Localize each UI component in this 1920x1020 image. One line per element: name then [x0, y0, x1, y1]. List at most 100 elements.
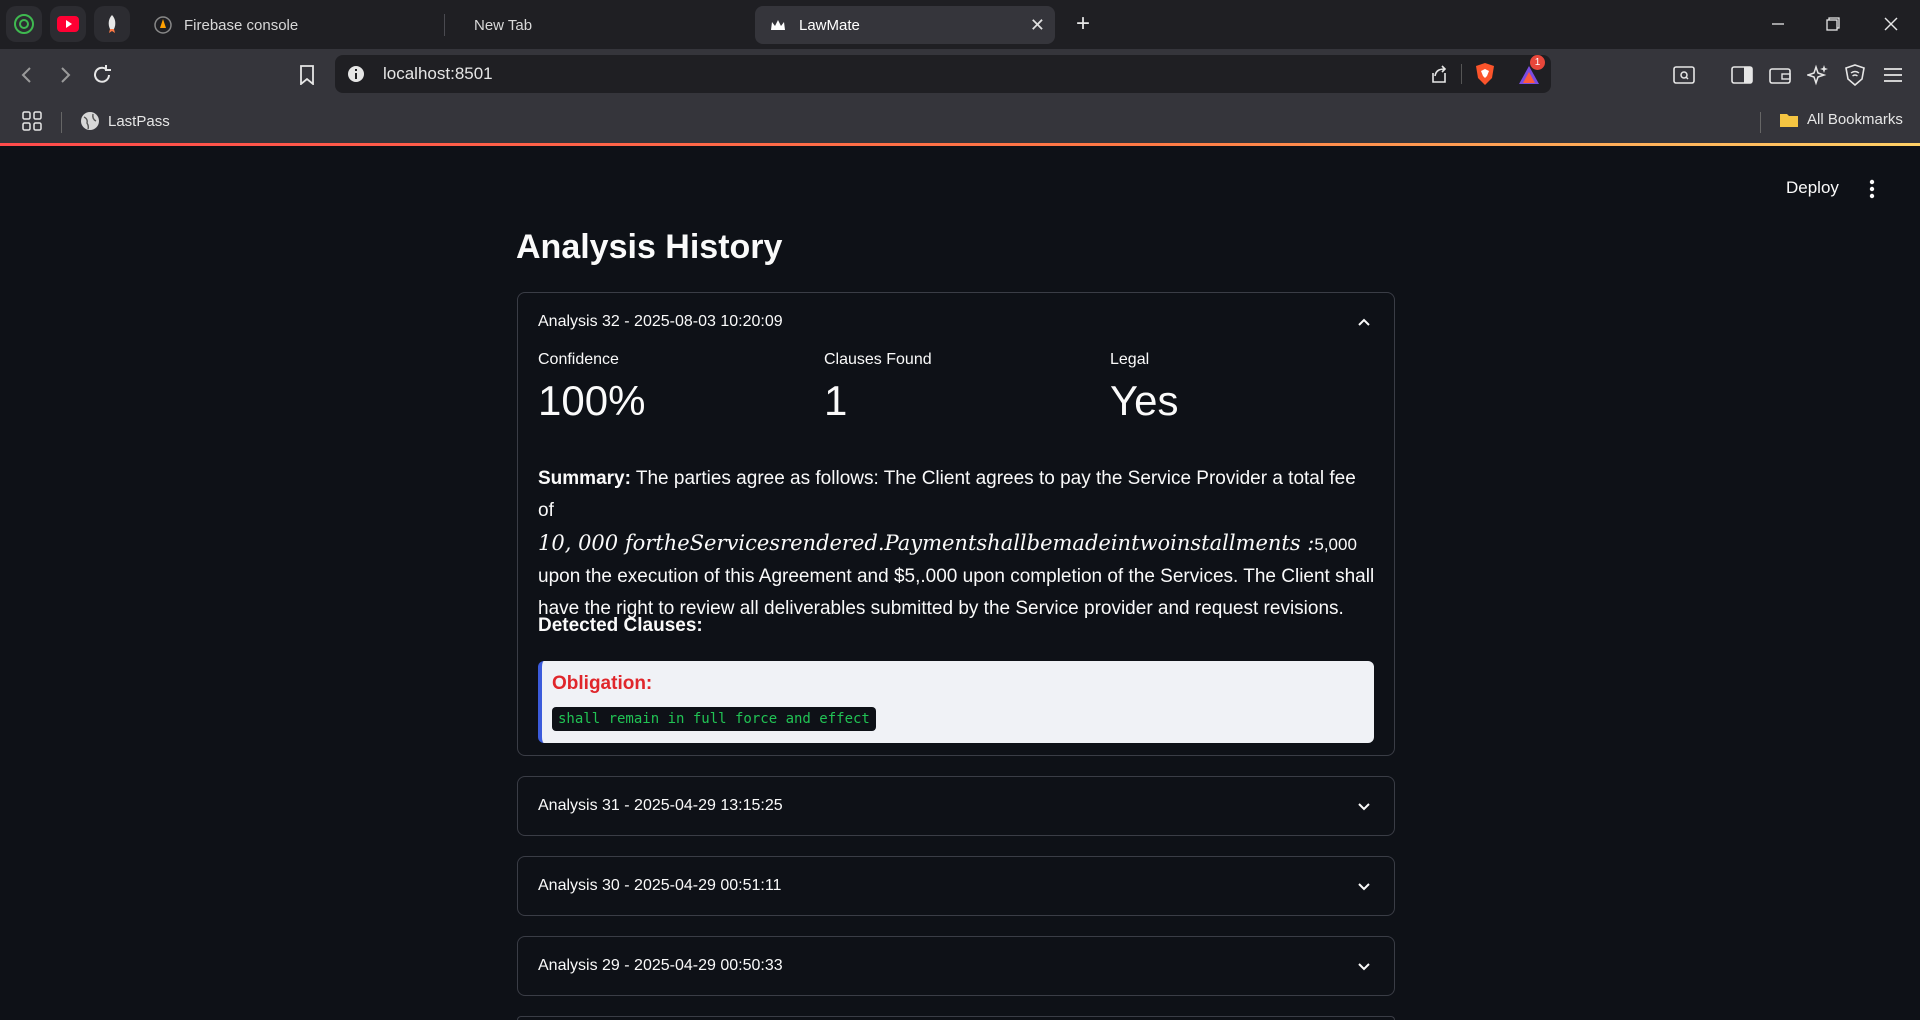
bookmark-page-button[interactable]: [294, 62, 320, 88]
sidebar-toggle-button[interactable]: [1729, 62, 1755, 88]
clause-card: Obligation: shall remain in full force a…: [538, 661, 1374, 743]
minimize-window-button[interactable]: [1763, 12, 1793, 36]
chevron-down-icon: [1358, 883, 1370, 891]
restore-icon: [1826, 17, 1840, 31]
apps-grid-icon: [22, 111, 42, 131]
wallet-button[interactable]: [1767, 62, 1793, 88]
app-accent-line: [0, 143, 1920, 146]
youtube-icon: [57, 16, 79, 32]
chevron-down-icon: [1358, 803, 1370, 811]
summary-text: Summary: The parties agree as follows: T…: [538, 463, 1376, 625]
metrics-row: Confidence 100% Clauses Found 1 Legal Ye…: [538, 351, 1378, 431]
address-bar[interactable]: localhost:8501 1: [335, 55, 1551, 93]
reload-button[interactable]: [89, 62, 115, 88]
browser-tab-strip: Firebase console New Tab LawMate ✕ +: [0, 0, 1920, 49]
pinned-tab-youtube[interactable]: [50, 6, 86, 42]
summary-label: Summary:: [538, 468, 631, 489]
tab-title: New Tab: [474, 16, 533, 34]
apps-button[interactable]: [22, 111, 42, 131]
metric-legal: Legal Yes: [1110, 351, 1179, 425]
deploy-button[interactable]: Deploy: [1786, 178, 1839, 198]
summary-part-1: The parties agree as follows: The Client…: [538, 468, 1356, 521]
detected-clauses-heading: Detected Clauses:: [538, 615, 703, 636]
new-tab-button[interactable]: +: [1070, 11, 1096, 37]
analysis-expander: Analysis 30 - 2025-04-29 00:51:11: [517, 856, 1395, 916]
search-page-icon: [1673, 66, 1695, 84]
shield-icon: [1845, 64, 1865, 86]
bookmarks-bar: LastPass All Bookmarks: [0, 101, 1920, 144]
metric-clauses-found: Clauses Found 1: [824, 351, 932, 425]
brave-shields-icon[interactable]: [1474, 62, 1496, 86]
chevron-up-icon: [1358, 318, 1370, 326]
metric-confidence: Confidence 100%: [538, 351, 645, 425]
url-text: localhost:8501: [383, 64, 493, 83]
summary-math: 10, 000 fortheServicesrendered.Paymentsh…: [538, 531, 1315, 555]
hamburger-menu-icon: [1884, 68, 1902, 82]
bookmarks-divider-right: [1760, 112, 1761, 133]
reader-mode-button[interactable]: [1671, 62, 1697, 88]
arrow-right-icon: [61, 67, 71, 83]
clause-type: Obligation:: [552, 673, 653, 694]
analysis-expander-partial: [517, 1016, 1395, 1020]
metric-value: 1: [824, 377, 848, 424]
expander-title: Analysis 31 - 2025-04-29 13:15:25: [538, 797, 783, 814]
expander-title: Analysis 30 - 2025-04-29 00:51:11: [538, 877, 782, 894]
bookmark-label: LastPass: [108, 112, 170, 130]
reload-icon: [94, 65, 111, 83]
sidebar-icon: [1731, 66, 1753, 84]
expander-title: Analysis 29 - 2025-04-29 00:50:33: [538, 957, 783, 974]
expander-header[interactable]: Analysis 31 - 2025-04-29 13:15:25: [518, 777, 1394, 835]
expander-header[interactable]: Analysis 30 - 2025-04-29 00:51:11: [518, 857, 1394, 915]
metric-value: 100%: [538, 377, 646, 424]
notification-badge: 1: [1530, 55, 1545, 70]
close-window-button[interactable]: [1876, 12, 1906, 36]
close-tab-icon[interactable]: ✕: [1030, 15, 1045, 36]
close-icon: [1884, 17, 1898, 31]
share-icon[interactable]: [1429, 64, 1449, 84]
tab-firebase[interactable]: Firebase console: [140, 6, 440, 44]
expander-title: Analysis 32 - 2025-08-03 10:20:09: [538, 313, 783, 330]
bookmark-all-bookmarks[interactable]: All Bookmarks: [1779, 111, 1903, 128]
tab-lawmate[interactable]: LawMate ✕: [755, 6, 1055, 44]
arrow-left-icon: [21, 67, 31, 83]
globe-icon: [81, 112, 99, 130]
metric-label: Legal: [1110, 351, 1150, 368]
more-options-icon[interactable]: [1862, 178, 1882, 200]
crown-icon: [769, 16, 787, 34]
metric-label: Confidence: [538, 351, 619, 368]
minimize-icon: [1772, 23, 1784, 25]
vpn-button[interactable]: [1842, 62, 1868, 88]
folder-icon: [1780, 113, 1798, 127]
leo-ai-button[interactable]: [1805, 62, 1831, 88]
analysis-expander: Analysis 29 - 2025-04-29 00:50:33: [517, 936, 1395, 996]
analysis-expander: Analysis 32 - 2025-08-03 10:20:09 Confid…: [517, 292, 1395, 756]
tab-title: LawMate: [799, 16, 860, 34]
tab-divider: [444, 14, 445, 36]
browser-toolbar: localhost:8501 1: [0, 49, 1920, 101]
omnibox-divider: [1461, 64, 1462, 84]
browser-menu-button[interactable]: [1880, 62, 1906, 88]
circle-logo-icon: [14, 14, 34, 34]
back-button[interactable]: [14, 62, 40, 88]
clause-text: shall remain in full force and effect: [552, 707, 876, 731]
expander-header[interactable]: Analysis 29 - 2025-04-29 00:50:33: [518, 937, 1394, 995]
analysis-expander: Analysis 31 - 2025-04-29 13:15:25: [517, 776, 1395, 836]
bookmark-lastpass[interactable]: LastPass: [80, 111, 170, 131]
metric-value: Yes: [1110, 377, 1179, 424]
pinned-tab-1[interactable]: [6, 6, 42, 42]
wallet-icon: [1769, 68, 1791, 84]
page-title: Analysis History: [516, 228, 783, 266]
forward-button[interactable]: [52, 62, 78, 88]
metric-label: Clauses Found: [824, 351, 932, 368]
restore-window-button[interactable]: [1818, 12, 1848, 36]
rocket-icon: [108, 15, 116, 33]
bookmark-icon: [300, 65, 314, 85]
tab-new-tab[interactable]: New Tab: [448, 6, 748, 44]
bookmark-label: All Bookmarks: [1807, 111, 1903, 128]
tab-title: Firebase console: [184, 16, 299, 34]
expander-header[interactable]: Analysis 32 - 2025-08-03 10:20:09: [518, 293, 1394, 351]
firebase-icon: [154, 16, 172, 34]
pinned-tab-rocket[interactable]: [94, 6, 130, 42]
bookmarks-divider: [61, 112, 62, 133]
info-icon[interactable]: [347, 65, 365, 83]
